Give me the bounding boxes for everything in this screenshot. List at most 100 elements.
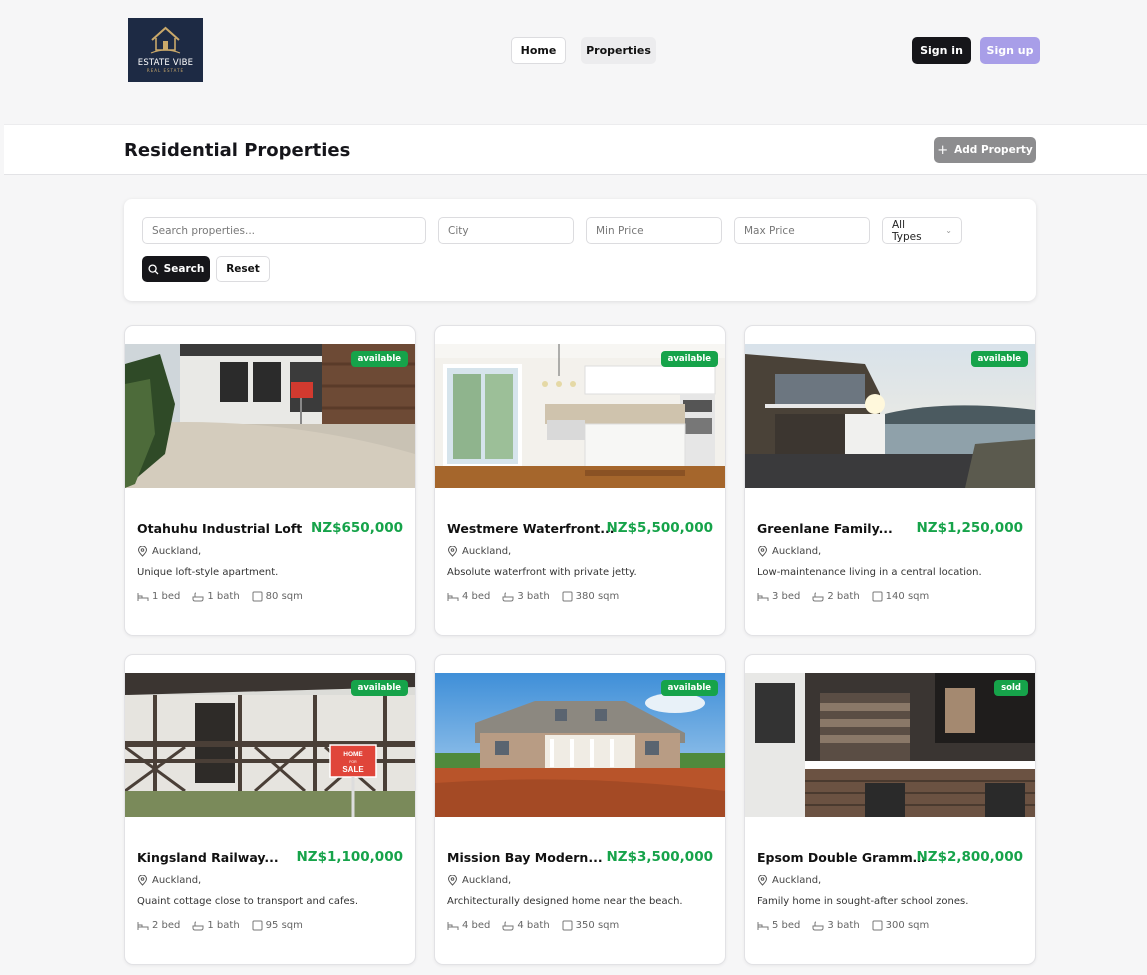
property-specs: 5 bed 3 bath 300 sqm	[757, 920, 929, 931]
property-description: Low-maintenance living in a central loca…	[757, 567, 982, 578]
property-specs: 4 bed 4 bath 350 sqm	[447, 920, 619, 931]
sign-in-button[interactable]: Sign in	[912, 37, 971, 64]
beds-text: 2 bed	[152, 920, 181, 931]
location-text: Auckland,	[462, 546, 512, 557]
beds-text: 1 bed	[152, 591, 181, 602]
property-specs: 2 bed 1 bath 95 sqm	[137, 920, 303, 931]
beds-text: 5 bed	[772, 920, 801, 931]
bath-icon	[502, 921, 514, 930]
beds-text: 3 bed	[772, 591, 801, 602]
bath-icon	[192, 921, 204, 930]
property-title[interactable]: Greenlane Family...	[757, 521, 927, 536]
type-select-value: All Types	[892, 218, 922, 243]
reset-button[interactable]: Reset	[216, 256, 270, 282]
property-card[interactable]: available Mission Bay Modern... NZ$3,500…	[434, 654, 726, 965]
estate-vibe-logo[interactable]: ESTATE VIBE REAL ESTATE	[128, 18, 203, 82]
area-spec: 350 sqm	[562, 920, 619, 931]
property-location: Auckland,	[447, 546, 511, 557]
beds-text: 4 bed	[462, 591, 491, 602]
bed-icon	[757, 592, 769, 601]
property-card[interactable]: available Otahuhu Industrial Loft NZ$650…	[124, 325, 416, 636]
beds-spec: 5 bed	[757, 920, 800, 931]
add-property-label: Add Property	[954, 144, 1033, 156]
bath-icon	[192, 592, 204, 601]
property-specs: 1 bed 1 bath 80 sqm	[137, 591, 303, 602]
property-description: Absolute waterfront with private jetty.	[447, 567, 637, 578]
add-property-button[interactable]: + Add Property	[934, 137, 1036, 163]
search-button-label: Search	[163, 263, 205, 275]
baths-spec: 1 bath	[192, 920, 240, 931]
search-input[interactable]: Search properties...	[142, 217, 426, 244]
property-title[interactable]: Westmere Waterfront...	[447, 521, 617, 536]
max-price-input[interactable]: Max Price	[734, 217, 870, 244]
page-title: Residential Properties	[124, 140, 351, 161]
area-text: 300 sqm	[885, 920, 930, 931]
property-card[interactable]: available Westmere Waterfront... NZ$5,50…	[434, 325, 726, 636]
sign-up-button[interactable]: Sign up	[980, 37, 1040, 64]
area-square-icon	[562, 591, 573, 602]
city-input[interactable]: City	[438, 217, 574, 244]
status-badge: available	[660, 351, 718, 367]
baths-spec: 4 bath	[502, 920, 550, 931]
area-square-icon	[252, 591, 263, 602]
property-price: NZ$2,800,000	[916, 849, 1024, 865]
beds-spec: 1 bed	[137, 591, 180, 602]
baths-spec: 2 bath	[812, 591, 860, 602]
property-card[interactable]: sold Epsom Double Grammar... NZ$2,800,00…	[744, 654, 1036, 965]
area-text: 95 sqm	[265, 920, 303, 931]
bath-icon	[812, 592, 824, 601]
bath-icon	[502, 592, 514, 601]
house-logo-icon	[150, 26, 181, 54]
property-title[interactable]: Epsom Double Grammar...	[757, 850, 927, 865]
baths-text: 1 bath	[207, 591, 240, 602]
top-navbar: ESTATE VIBE REAL ESTATE Home Properties …	[4, 0, 1147, 100]
baths-text: 2 bath	[827, 591, 860, 602]
type-select[interactable]: All Types ⌄	[882, 217, 962, 244]
property-title[interactable]: Otahuhu Industrial Loft	[137, 521, 307, 536]
area-square-icon	[872, 920, 883, 931]
property-location: Auckland,	[137, 546, 201, 557]
property-description: Family home in sought-after school zones…	[757, 896, 969, 907]
bed-icon	[137, 921, 149, 930]
location-text: Auckland,	[152, 875, 202, 886]
filter-panel: Search properties... City Min Price Max …	[124, 199, 1036, 301]
beds-text: 4 bed	[462, 920, 491, 931]
map-pin-icon	[757, 875, 768, 886]
baths-text: 1 bath	[207, 920, 240, 931]
area-text: 380 sqm	[575, 591, 620, 602]
property-title[interactable]: Mission Bay Modern...	[447, 850, 617, 865]
status-badge: sold	[994, 680, 1028, 696]
area-square-icon	[872, 591, 883, 602]
property-price: NZ$650,000	[311, 520, 403, 536]
beds-spec: 3 bed	[757, 591, 800, 602]
status-badge: available	[350, 351, 408, 367]
logo-subtext: REAL ESTATE	[146, 68, 185, 73]
property-card[interactable]: available Greenlane Family... NZ$1,250,0…	[744, 325, 1036, 636]
property-title[interactable]: Kingsland Railway...	[137, 850, 307, 865]
beds-spec: 4 bed	[447, 920, 490, 931]
bed-icon	[447, 921, 459, 930]
area-spec: 300 sqm	[872, 920, 930, 931]
map-pin-icon	[447, 875, 458, 886]
property-specs: 4 bed 3 bath 380 sqm	[447, 591, 619, 602]
search-button[interactable]: Search	[142, 256, 210, 282]
property-card[interactable]: HOME FOR SALE available Kingsland Railwa…	[124, 654, 416, 965]
location-text: Auckland,	[772, 875, 822, 886]
baths-spec: 3 bath	[502, 591, 550, 602]
min-price-input[interactable]: Min Price	[586, 217, 722, 244]
bed-icon	[447, 592, 459, 601]
bed-icon	[137, 592, 149, 601]
nav-home[interactable]: Home	[511, 37, 566, 64]
bath-icon	[812, 921, 824, 930]
property-description: Quaint cottage close to transport and ca…	[137, 896, 359, 907]
nav-properties[interactable]: Properties	[581, 37, 656, 64]
search-icon	[148, 263, 159, 274]
property-specs: 3 bed 2 bath 140 sqm	[757, 591, 929, 602]
baths-spec: 3 bath	[812, 920, 860, 931]
property-description: Architecturally designed home near the b…	[447, 896, 683, 907]
plus-icon: +	[937, 142, 949, 158]
beds-spec: 4 bed	[447, 591, 490, 602]
property-price: NZ$3,500,000	[606, 849, 714, 865]
area-spec: 140 sqm	[872, 591, 929, 602]
chevron-down-icon: ⌄	[945, 226, 952, 235]
